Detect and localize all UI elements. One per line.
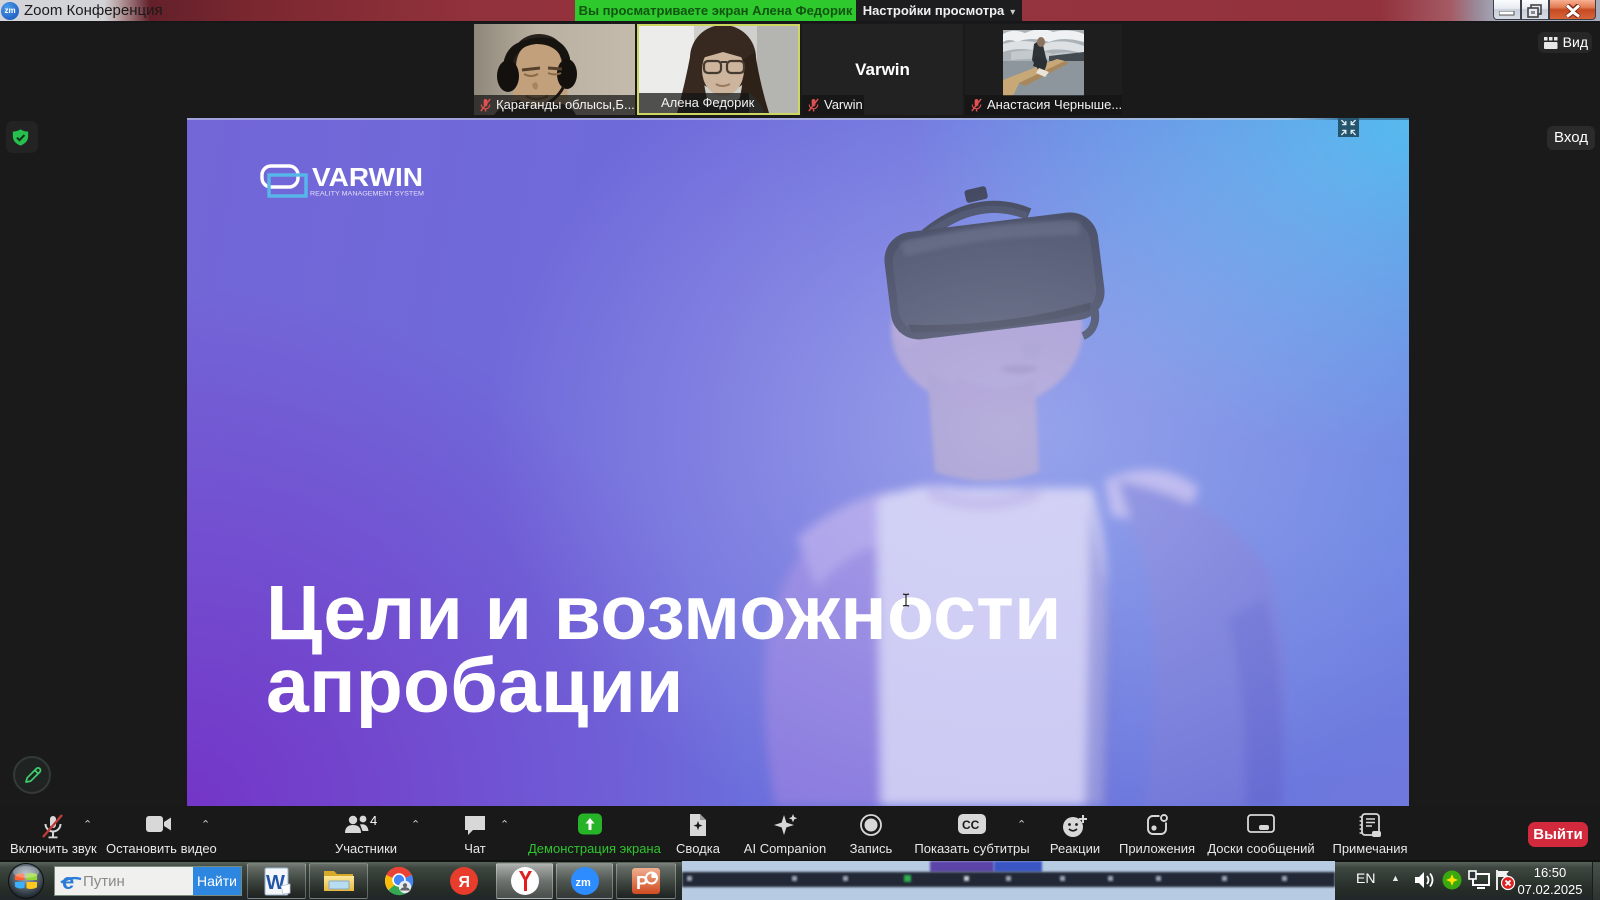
svg-text:zm: zm xyxy=(575,877,591,889)
svg-text:REALITY MANAGEMENT SYSTEM: REALITY MANAGEMENT SYSTEM xyxy=(310,191,424,198)
svg-text:Я: Я xyxy=(459,874,471,891)
svg-text:CC: CC xyxy=(962,818,980,832)
svg-text:4: 4 xyxy=(370,813,377,828)
svg-text:VARWIN: VARWIN xyxy=(312,162,423,192)
